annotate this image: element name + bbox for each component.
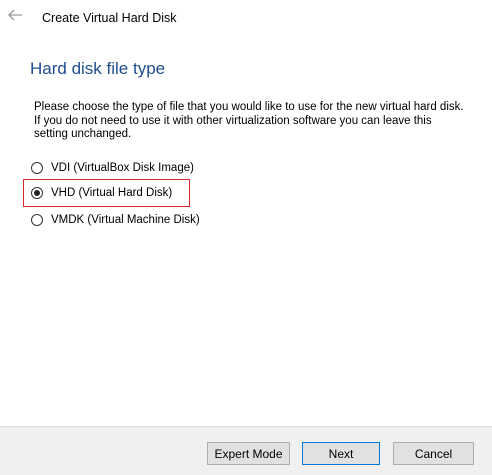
next-button[interactable]: Next [302, 442, 380, 465]
title-bar: Create Virtual Hard Disk [0, 0, 492, 38]
page-heading: Hard disk file type [30, 59, 166, 78]
expert-mode-button[interactable]: Expert Mode [207, 442, 290, 465]
back-arrow-icon[interactable] [6, 7, 24, 23]
description-text: Please choose the type of file that you … [34, 101, 464, 141]
button-bar: Expert Mode Next Cancel [0, 426, 492, 475]
radio-label-vmdk[interactable]: VMDK (Virtual Machine Disk) [51, 214, 200, 226]
radio-label-vdi[interactable]: VDI (VirtualBox Disk Image) [51, 162, 194, 174]
radio-button-vmdk[interactable] [31, 214, 43, 226]
window-title: Create Virtual Hard Disk [42, 11, 177, 25]
radio-button-vdi[interactable] [31, 162, 43, 174]
highlight-box [23, 179, 190, 207]
cancel-button[interactable]: Cancel [393, 442, 474, 465]
radio-option-vdi[interactable]: VDI (VirtualBox Disk Image) [31, 159, 194, 177]
radio-option-vmdk[interactable]: VMDK (Virtual Machine Disk) [31, 211, 200, 229]
